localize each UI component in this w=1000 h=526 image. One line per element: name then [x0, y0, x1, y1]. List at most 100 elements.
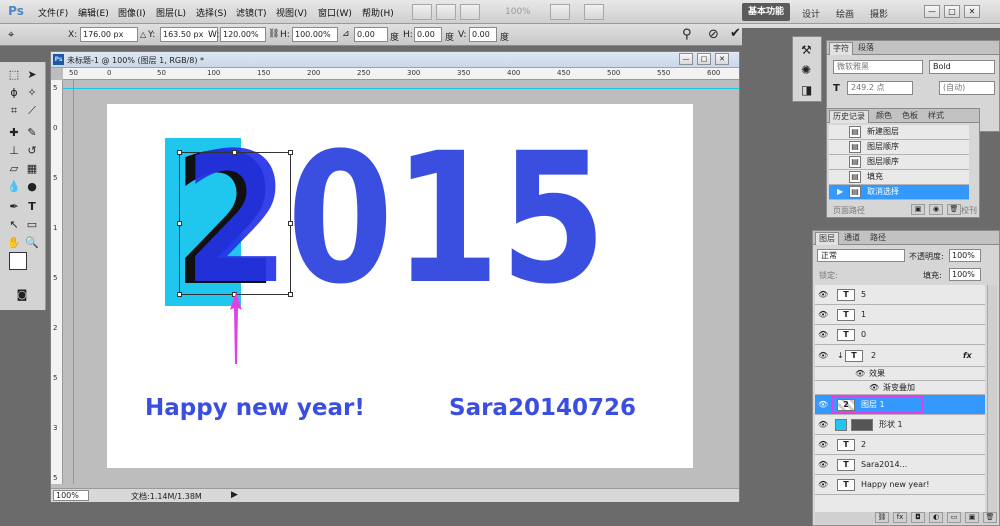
type-tool-icon[interactable]: T [24, 200, 40, 214]
blur-tool-icon[interactable]: 💧 [6, 180, 22, 194]
canvas[interactable]: 2 2 015 Happy new year! Sara20140726 [107, 104, 693, 468]
transform-handle[interactable] [177, 292, 182, 297]
leading-field[interactable]: (自动) [939, 81, 995, 95]
layer-effect-item[interactable]: 👁 渐变叠加 [815, 381, 985, 395]
workspace-painting[interactable]: 绘画 [836, 7, 854, 20]
vertical-ruler[interactable]: 5 0 5 1 5 2 5 3 5 [51, 80, 63, 484]
zoom-level[interactable]: 100% [505, 7, 531, 17]
tab-history[interactable]: 历史记录 [829, 110, 869, 123]
tab-channels[interactable]: 通道 [841, 232, 863, 245]
layer-effects-icon[interactable]: fx [963, 345, 972, 367]
new-doc-from-state-icon[interactable]: ▣ [911, 204, 925, 215]
link-layers-icon[interactable]: ⛓ [875, 512, 889, 523]
pen-tool-icon[interactable]: ✒ [6, 200, 22, 214]
workspace-design[interactable]: 设计 [802, 7, 820, 20]
cancel-transform-icon[interactable]: ⊘ [708, 27, 719, 42]
history-item[interactable]: ▤ 图层顺序 [829, 140, 969, 155]
transform-handle[interactable] [177, 150, 182, 155]
brush-presets-icon[interactable]: ✺ [801, 63, 811, 77]
tab-layers[interactable]: 图层 [815, 232, 839, 245]
lasso-tool-icon[interactable]: ϕ [6, 86, 22, 100]
history-delete-icon[interactable]: 🗑 [947, 204, 961, 215]
menu-help[interactable]: 帮助(H) [362, 6, 394, 19]
shape-tool-icon[interactable]: ▭ [24, 218, 40, 232]
adjustment-layer-icon[interactable]: ◐ [929, 512, 943, 523]
healing-brush-icon[interactable]: ✚ [6, 126, 22, 140]
adjustments-icon[interactable]: ◨ [801, 83, 812, 97]
horizontal-ruler[interactable]: 50 0 50 100 150 200 250 300 350 400 450 … [63, 68, 739, 80]
signature-text[interactable]: Sara20140726 [449, 395, 636, 421]
layer-row[interactable]: 👁 ↓ T 2 fx [815, 345, 985, 367]
window-maximize-button[interactable]: □ [944, 5, 960, 18]
marquee-tool-icon[interactable]: ⬚ [6, 68, 22, 82]
move-icon[interactable]: ➤ [24, 68, 40, 82]
layer-row[interactable]: 👁 T Sara2014... [815, 455, 985, 475]
workspace-photography[interactable]: 摄影 [870, 7, 888, 20]
link-icon[interactable]: ⛓ [268, 29, 279, 39]
workspace-essentials[interactable]: 基本功能 [742, 3, 790, 21]
opacity-field[interactable]: 100% [949, 249, 981, 262]
hskew-field[interactable]: 0.00 [414, 27, 442, 42]
guide-line-vertical[interactable] [73, 80, 74, 484]
minibridge-button[interactable] [436, 4, 456, 20]
brush-tool-icon[interactable]: ✎ [24, 126, 40, 140]
add-mask-icon[interactable]: ◘ [911, 512, 925, 523]
transform-handle[interactable] [288, 221, 293, 226]
transform-handle[interactable] [232, 150, 237, 155]
tab-paragraph[interactable]: 段落 [855, 42, 877, 55]
x-field[interactable]: 176.00 px [80, 27, 138, 42]
document-tab[interactable]: Ps 未标题-1 @ 100% (图层 1, RGB/8) * — □ ✕ [51, 52, 739, 68]
doc-minimize-button[interactable]: — [679, 53, 693, 65]
zoom-tool-icon[interactable]: 🔍 [24, 236, 40, 250]
history-brush-icon[interactable]: ↺ [24, 144, 40, 158]
path-select-icon[interactable]: ↖ [6, 218, 22, 232]
fill-field[interactable]: 100% [949, 268, 981, 281]
history-item-selected[interactable]: ▶ ▤ 取消选择 [829, 185, 969, 200]
layer-row[interactable]: 👁 T 1 [815, 305, 985, 325]
height-field[interactable]: 100.00% [292, 27, 338, 42]
warp-icon[interactable]: ⚲ [682, 27, 692, 42]
menu-filter[interactable]: 滤镜(T) [236, 6, 267, 19]
layer-effects-row[interactable]: 👁 效果 [815, 367, 985, 381]
new-layer-icon[interactable]: ▣ [965, 512, 979, 523]
tab-character[interactable]: 字符 [829, 42, 853, 55]
hand-tool-icon[interactable]: ✋ [6, 236, 22, 250]
layer-row-selected[interactable]: 👁 2 图层 1 [815, 395, 985, 415]
layer-row[interactable]: 👁 T Happy new year! [815, 475, 985, 495]
window-minimize-button[interactable]: — [924, 5, 940, 18]
view-extras-button[interactable] [460, 4, 480, 20]
menu-image[interactable]: 图像(I) [118, 6, 146, 19]
transform-handle[interactable] [288, 150, 293, 155]
snapshot-icon[interactable]: ◉ [929, 204, 943, 215]
menu-window[interactable]: 窗口(W) [318, 6, 352, 19]
font-family-select[interactable]: 微软雅黑 [833, 60, 923, 74]
add-style-icon[interactable]: fx [893, 512, 907, 523]
gradient-tool-icon[interactable]: ▦ [24, 162, 40, 176]
layer-row[interactable]: 👁 T 0 [815, 325, 985, 345]
menu-file[interactable]: 文件(F) [38, 6, 68, 19]
screen-mode-button[interactable] [584, 4, 604, 20]
font-size-field[interactable]: 249.2 点 [847, 81, 913, 95]
free-transform-box[interactable] [179, 152, 291, 295]
arrange-documents-button[interactable] [550, 4, 570, 20]
transform-handle[interactable] [177, 221, 182, 226]
tab-styles[interactable]: 样式 [925, 110, 947, 123]
doc-close-button[interactable]: ✕ [715, 53, 729, 65]
menu-view[interactable]: 视图(V) [276, 6, 307, 19]
dodge-tool-icon[interactable]: ● [24, 180, 40, 194]
layer-row[interactable]: 👁 T 5 [815, 285, 985, 305]
tab-swatches[interactable]: 色板 [899, 110, 921, 123]
tool-presets-icon[interactable]: ⚒ [801, 43, 812, 57]
foreground-color-swatch[interactable] [9, 252, 27, 270]
layer-row[interactable]: 👁 T 2 [815, 435, 985, 455]
status-doc-info[interactable]: 文档:1.14M/1.38M [131, 491, 202, 502]
bridge-button[interactable] [412, 4, 432, 20]
eyedropper-icon[interactable]: ⟋ [24, 104, 40, 118]
greeting-text[interactable]: Happy new year! [145, 395, 365, 421]
tab-color[interactable]: 颜色 [873, 110, 895, 123]
year-digits[interactable]: 015 [287, 130, 606, 310]
magic-wand-icon[interactable]: ✧ [24, 86, 40, 100]
history-item[interactable]: ▤ 填充 [829, 170, 969, 185]
new-group-icon[interactable]: ▭ [947, 512, 961, 523]
eraser-tool-icon[interactable]: ▱ [6, 162, 22, 176]
